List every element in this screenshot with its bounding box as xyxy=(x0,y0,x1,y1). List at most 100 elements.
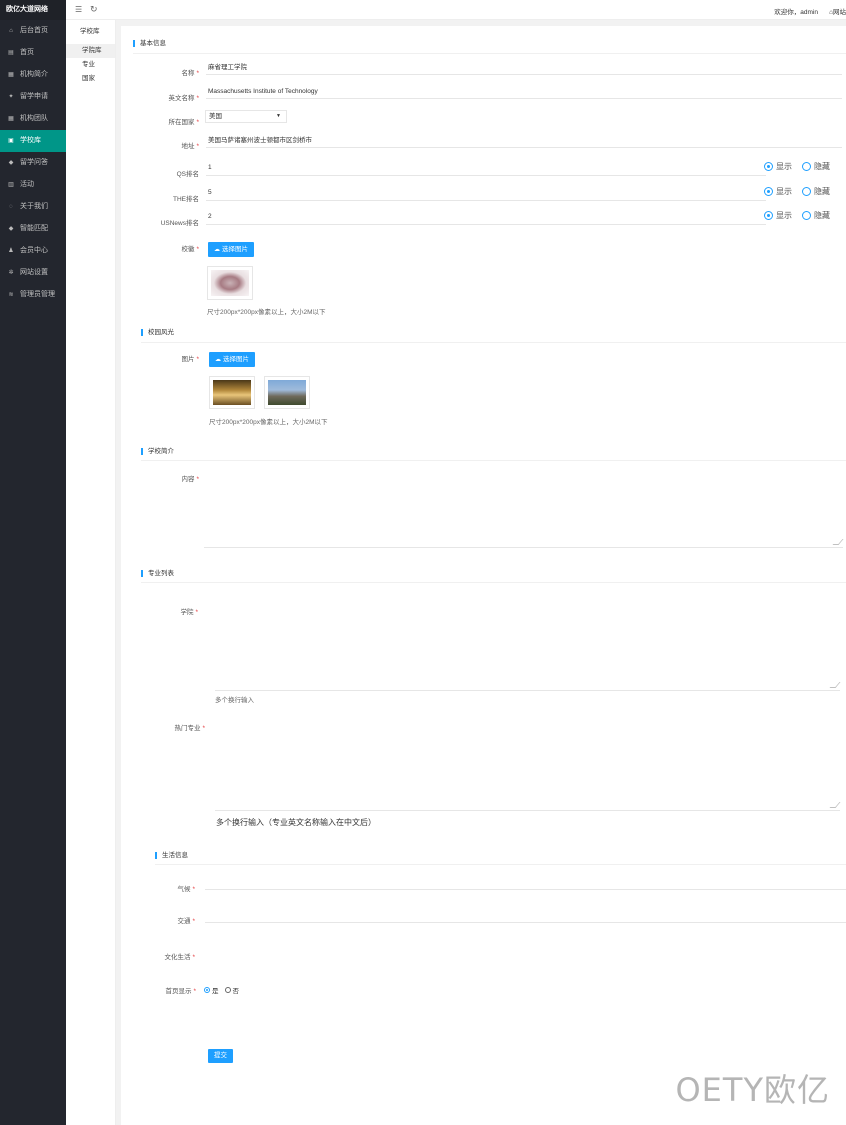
usnews-rank-label: USNews排名 xyxy=(160,220,199,227)
school-edit-form: 基本信息 名称 * 麻省理工学院 英文名称 * Massachusetts Inst… xyxy=(121,26,846,1125)
user-icon: ♟ xyxy=(8,248,14,254)
sidebar-nav: ⌂ 后台首页 ▤ 首页 ▦ 机构简介 ✦ 留学申请 ▦ 机构团队 ▣ 学校库 ◆ 留学问答 ▥ 活动 ◌ 关于我们… xyxy=(0,20,66,306)
chat-icon: ◌ xyxy=(9,204,13,210)
climate-input[interactable] xyxy=(205,877,846,890)
photos-upload-button[interactable]: ☁ 选择图片 xyxy=(209,352,255,367)
radio-checked-icon xyxy=(764,162,773,171)
qs-show-option[interactable]: 显示 xyxy=(764,161,792,172)
sidebar-item-label: 会员中心 xyxy=(20,247,48,254)
address-input[interactable]: 美国马萨诸塞州波士顿都市区剑桥市 xyxy=(206,135,842,148)
usnews-visibility-radios: 显示 隐藏 xyxy=(764,210,840,221)
secondary-nav-list: 学院库 专业 国家 xyxy=(66,44,115,86)
building-icon: ▦ xyxy=(8,72,14,78)
hot-majors-textarea[interactable] xyxy=(215,720,841,811)
resize-handle-icon[interactable] xyxy=(829,682,841,688)
sidebar-item-label: 首页 xyxy=(20,49,34,56)
resize-handle-icon[interactable] xyxy=(829,802,841,808)
sidebar-item-7[interactable]: ▥ 活动 xyxy=(0,174,66,196)
sidebar-item-8[interactable]: ◌ 关于我们 xyxy=(0,196,66,218)
country-select[interactable]: 美国 ▼ xyxy=(205,110,287,123)
sidebar-item-3[interactable]: ✦ 留学申请 xyxy=(0,86,66,108)
sidebar-item-11[interactable]: ✲ 网站设置 xyxy=(0,262,66,284)
the-hide-option[interactable]: 隐藏 xyxy=(802,186,830,197)
qs-hide-option[interactable]: 隐藏 xyxy=(802,161,830,172)
top-bar: ☰ ↻ 欢迎你，admin ⌂网站 xyxy=(66,0,846,20)
section-title-living: 生活信息 xyxy=(155,852,188,859)
badge-label: 校徽 * xyxy=(181,246,199,253)
secondary-nav-item-0[interactable]: 学院库 xyxy=(66,44,115,58)
en-name-input[interactable]: Massachusetts Institute of Technology xyxy=(206,86,842,99)
home-show-radios: 是 否 xyxy=(204,985,245,995)
country-label: 所在国家 * xyxy=(168,119,199,126)
brand-title: 欧亿大道网络 xyxy=(0,0,66,20)
section-title-basic: 基本信息 xyxy=(133,40,166,47)
sidebar-item-5[interactable]: ▣ 学校库 xyxy=(0,130,66,152)
refresh-icon[interactable]: ↻ xyxy=(90,4,98,15)
tag-icon: ◆ xyxy=(8,160,14,166)
radio-unchecked-icon xyxy=(224,987,231,993)
usnews-show-option[interactable]: 显示 xyxy=(764,210,792,221)
sidebar-item-12[interactable]: ≋ 管理员管理 xyxy=(0,284,66,306)
radio-unchecked-icon xyxy=(802,187,811,196)
home-show-no-option[interactable]: 否 xyxy=(224,985,239,995)
sidebar-item-label: 留学问答 xyxy=(20,159,48,166)
radio-unchecked-icon xyxy=(802,162,811,171)
content-textarea[interactable] xyxy=(204,470,844,548)
badge-image xyxy=(211,270,249,296)
sidebar-item-label: 活动 xyxy=(20,181,34,188)
the-rank-label: THE排名 xyxy=(173,196,199,203)
badge-hint: 尺寸200px*200px像素以上，大小2M以下 xyxy=(207,309,326,316)
badge-upload-button[interactable]: ☁ 选择图片 xyxy=(208,242,254,257)
user-greeting[interactable]: 欢迎你，admin xyxy=(774,6,818,16)
cloud-upload-icon: ☁ xyxy=(215,357,221,363)
the-show-option[interactable]: 显示 xyxy=(764,186,792,197)
qs-rank-input[interactable]: 1 xyxy=(206,162,766,176)
sidebar-item-10[interactable]: ♟ 会员中心 xyxy=(0,240,66,262)
the-visibility-radios: 显示 隐藏 xyxy=(764,186,840,197)
radio-checked-icon xyxy=(204,987,210,993)
divider xyxy=(141,460,846,461)
caret-down-icon: ▼ xyxy=(276,113,281,119)
home-show-label: 首页显示 * xyxy=(165,988,196,995)
usnews-rank-input[interactable]: 2 xyxy=(206,211,766,225)
sidebar-item-4[interactable]: ▦ 机构团队 xyxy=(0,108,66,130)
subject-label: 学院 * xyxy=(180,609,198,616)
site-home-link[interactable]: ⌂网站 xyxy=(829,6,846,16)
sidebar-item-6[interactable]: ◆ 留学问答 xyxy=(0,152,66,174)
secondary-nav-item-2[interactable]: 国家 xyxy=(66,72,115,86)
radio-unchecked-icon xyxy=(802,211,811,220)
calendar-icon: ▥ xyxy=(8,182,14,188)
en-name-label: 英文名称 * xyxy=(168,95,199,102)
sidebar-item-2[interactable]: ▦ 机构简介 xyxy=(0,64,66,86)
secondary-nav-title: 学校库 xyxy=(80,28,100,35)
sidebar-item-1[interactable]: ▤ 首页 xyxy=(0,42,66,64)
home-icon: ⌂ xyxy=(9,28,13,34)
photos-hint: 尺寸200px*200px像素以上，大小2M以下 xyxy=(209,419,328,426)
qs-visibility-radios: 显示 隐藏 xyxy=(764,161,840,172)
sidebar-item-label: 机构团队 xyxy=(20,115,48,122)
submit-button[interactable]: 提交 xyxy=(208,1049,233,1063)
library-icon: ▣ xyxy=(8,138,14,144)
traffic-input[interactable] xyxy=(205,910,846,923)
hot-majors-hint: 多个换行输入（专业英文名称输入在中文后） xyxy=(216,818,376,827)
radio-checked-icon xyxy=(764,211,773,220)
sidebar-item-label: 关于我们 xyxy=(20,203,48,210)
sidebar-item-9[interactable]: ◆ 智能匹配 xyxy=(0,218,66,240)
climate-label: 气候 * xyxy=(177,886,195,893)
menu-toggle-icon[interactable]: ☰ xyxy=(75,5,82,14)
building-icon: ▦ xyxy=(8,116,14,122)
secondary-nav-item-1[interactable]: 专业 xyxy=(66,58,115,72)
usnews-hide-option[interactable]: 隐藏 xyxy=(802,210,830,221)
section-title-scenery: 校园风光 xyxy=(141,329,174,336)
home-show-yes-option[interactable]: 是 xyxy=(204,985,219,995)
sidebar-item-0[interactable]: ⌂ 后台首页 xyxy=(0,20,66,42)
watermark-logo: OETY欧亿 xyxy=(675,1071,830,1109)
the-rank-input[interactable]: 5 xyxy=(206,187,766,201)
sidebar-item-label: 管理员管理 xyxy=(20,291,55,298)
subject-textarea[interactable] xyxy=(215,600,841,691)
divider xyxy=(141,342,846,343)
content-label: 内容 * xyxy=(181,476,199,483)
resize-handle-icon[interactable] xyxy=(832,539,844,545)
name-input[interactable]: 麻省理工学院 xyxy=(206,62,842,75)
star-icon: ✦ xyxy=(8,94,14,100)
